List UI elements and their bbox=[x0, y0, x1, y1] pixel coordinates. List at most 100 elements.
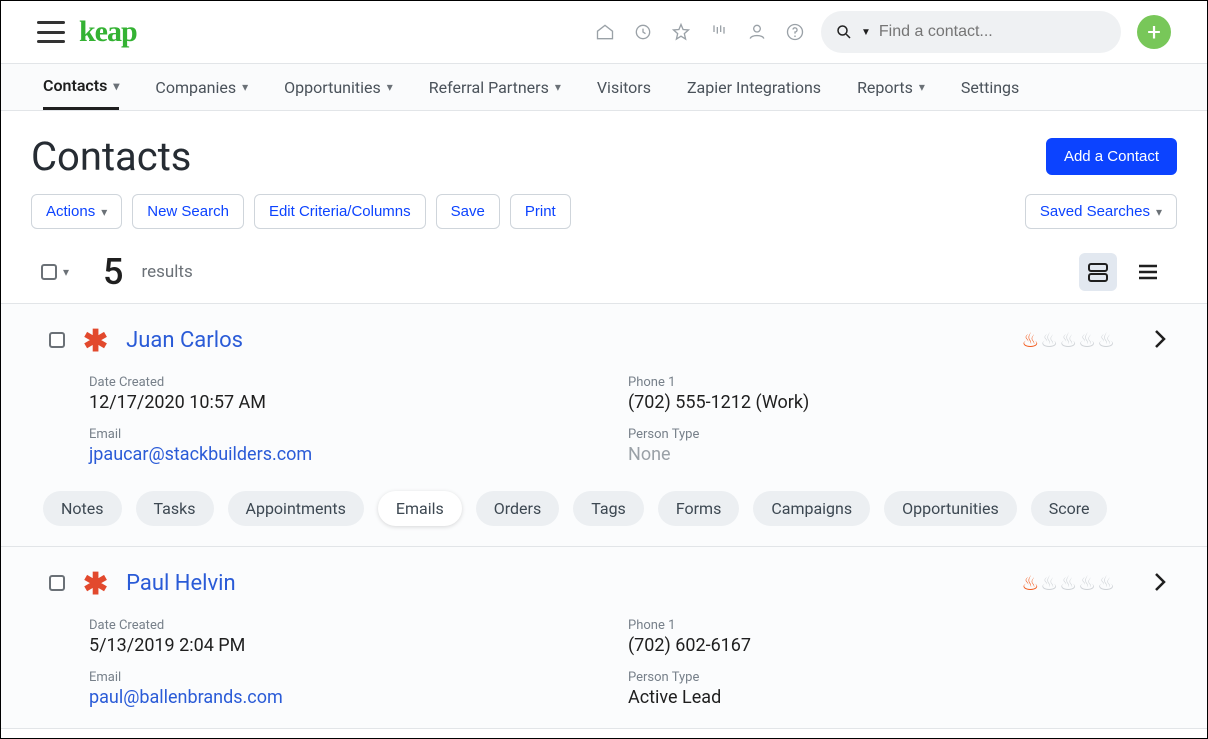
contact-card: ✱Paul Helvin♨♨♨♨♨Date Created5/13/2019 2… bbox=[1, 547, 1207, 729]
field-value: 12/17/2020 10:57 AM bbox=[89, 392, 628, 413]
help-icon[interactable] bbox=[785, 22, 805, 42]
chevron-down-icon: ▾ bbox=[919, 80, 925, 94]
flame-icon: ♨ bbox=[1021, 328, 1039, 352]
search-input-container[interactable]: ▼ bbox=[821, 11, 1121, 53]
grid-icon[interactable] bbox=[709, 22, 729, 42]
home-icon[interactable] bbox=[595, 22, 615, 42]
chevron-right-icon bbox=[1153, 328, 1167, 350]
chevron-down-icon: ▾ bbox=[555, 80, 561, 94]
asterisk-icon: ✱ bbox=[83, 332, 108, 352]
flame-icon: ♨ bbox=[1078, 571, 1096, 595]
logo[interactable]: keap bbox=[79, 15, 137, 49]
nav-label: Visitors bbox=[597, 78, 651, 97]
nav-referral-partners[interactable]: Referral Partners ▾ bbox=[429, 64, 561, 110]
flame-icon: ♨ bbox=[1097, 328, 1115, 352]
view-list-button[interactable] bbox=[1129, 253, 1167, 291]
field-value: (702) 602-6167 bbox=[628, 635, 1167, 656]
field-label: Phone 1 bbox=[628, 375, 1167, 390]
saved-searches-button[interactable]: Saved Searches▾ bbox=[1025, 194, 1177, 229]
new-search-button[interactable]: New Search bbox=[132, 194, 244, 229]
toolbar: Actions▾ New Search Edit Criteria/Column… bbox=[1, 194, 1207, 247]
nav-companies[interactable]: Companies ▾ bbox=[155, 64, 248, 110]
field-label: Email bbox=[89, 427, 628, 442]
menu-icon[interactable] bbox=[37, 21, 65, 43]
main-nav: Contacts▾Companies▾Opportunities▾Referra… bbox=[1, 63, 1207, 111]
field-label: Date Created bbox=[89, 618, 628, 633]
asterisk-icon: ✱ bbox=[83, 575, 108, 595]
flame-icon: ♨ bbox=[1078, 328, 1096, 352]
edit-criteria-button[interactable]: Edit Criteria/Columns bbox=[254, 194, 426, 229]
nav-opportunities[interactable]: Opportunities▾ bbox=[284, 64, 393, 110]
tab-tasks[interactable]: Tasks bbox=[136, 491, 214, 526]
tab-notes[interactable]: Notes bbox=[43, 491, 122, 526]
field-label: Person Type bbox=[628, 670, 1167, 685]
chevron-down-icon: ▾ bbox=[1156, 205, 1162, 219]
field-value[interactable]: jpaucar@stackbuilders.com bbox=[89, 444, 628, 465]
contact-checkbox[interactable] bbox=[49, 332, 65, 348]
contact-list: ✱Juan Carlos♨♨♨♨♨Date Created12/17/2020 … bbox=[1, 303, 1207, 729]
nav-label: Referral Partners bbox=[429, 78, 549, 97]
select-all-checkbox[interactable] bbox=[41, 264, 57, 280]
select-all[interactable]: ▾ bbox=[41, 264, 69, 280]
field-label: Phone 1 bbox=[628, 618, 1167, 633]
tab-row: Notes Tasks Appointments Emails Orders Tags Fo… bbox=[43, 491, 1167, 526]
field-value: None bbox=[628, 444, 1167, 465]
clock-icon[interactable] bbox=[633, 22, 653, 42]
field-value: (702) 555-1212 (Work) bbox=[628, 392, 1167, 413]
card-view-icon bbox=[1086, 260, 1110, 284]
chevron-right-icon bbox=[1153, 571, 1167, 593]
chevron-down-icon: ▾ bbox=[242, 80, 248, 94]
top-icon-row bbox=[595, 22, 805, 42]
actions-button[interactable]: Actions▾ bbox=[31, 194, 122, 229]
flame-icon: ♨ bbox=[1040, 571, 1058, 595]
nav-label: Companies bbox=[155, 78, 236, 97]
tab-tags[interactable]: Tags bbox=[573, 491, 644, 526]
nav-label: Contacts bbox=[43, 76, 107, 95]
tab-opportunities[interactable]: Opportunities bbox=[884, 491, 1017, 526]
chevron-down-icon: ▾ bbox=[101, 205, 107, 219]
tab-emails[interactable]: Emails bbox=[378, 491, 462, 526]
contact-name[interactable]: Juan Carlos bbox=[126, 328, 243, 353]
flame-icon: ♨ bbox=[1059, 328, 1077, 352]
nav-label: Settings bbox=[961, 78, 1019, 97]
contact-name[interactable]: Paul Helvin bbox=[126, 571, 236, 596]
nav-zapier-integrations[interactable]: Zapier Integrations bbox=[687, 64, 821, 110]
flame-score: ♨♨♨♨♨ bbox=[1021, 328, 1115, 352]
nav-label: Opportunities bbox=[284, 78, 381, 97]
save-button[interactable]: Save bbox=[436, 194, 500, 229]
search-filter-caret[interactable]: ▼ bbox=[861, 27, 871, 38]
field-label: Email bbox=[89, 670, 628, 685]
print-button[interactable]: Print bbox=[510, 194, 571, 229]
results-bar: ▾ 5 results bbox=[1, 247, 1207, 303]
tab-campaigns[interactable]: Campaigns bbox=[753, 491, 870, 526]
search-icon bbox=[835, 23, 853, 41]
nav-label: Reports bbox=[857, 78, 913, 97]
page-header: Contacts Add a Contact bbox=[1, 111, 1207, 194]
nav-label: Zapier Integrations bbox=[687, 78, 821, 97]
chevron-down-icon[interactable]: ▾ bbox=[63, 265, 69, 279]
nav-settings[interactable]: Settings bbox=[961, 64, 1019, 110]
tab-score[interactable]: Score bbox=[1031, 491, 1108, 526]
nav-reports[interactable]: Reports ▾ bbox=[857, 64, 925, 110]
expand-button[interactable] bbox=[1153, 328, 1167, 350]
list-view-icon bbox=[1136, 260, 1160, 284]
star-icon[interactable] bbox=[671, 22, 691, 42]
nav-visitors[interactable]: Visitors bbox=[597, 64, 651, 110]
tab-orders[interactable]: Orders bbox=[476, 491, 559, 526]
view-card-button[interactable] bbox=[1079, 253, 1117, 291]
add-contact-button[interactable]: Add a Contact bbox=[1046, 138, 1177, 175]
user-icon[interactable] bbox=[747, 22, 767, 42]
add-button[interactable]: + bbox=[1137, 15, 1171, 49]
field-label: Date Created bbox=[89, 375, 628, 390]
expand-button[interactable] bbox=[1153, 571, 1167, 593]
contact-checkbox[interactable] bbox=[49, 575, 65, 591]
flame-icon: ♨ bbox=[1021, 571, 1039, 595]
tab-forms[interactable]: Forms bbox=[658, 491, 740, 526]
tab-appointments[interactable]: Appointments bbox=[228, 491, 364, 526]
field-label: Person Type bbox=[628, 427, 1167, 442]
nav-contacts[interactable]: Contacts▾ bbox=[43, 64, 119, 110]
field-value: 5/13/2019 2:04 PM bbox=[89, 635, 628, 656]
field-value[interactable]: paul@ballenbrands.com bbox=[89, 687, 628, 708]
search-input[interactable] bbox=[879, 23, 1107, 41]
flame-icon: ♨ bbox=[1059, 571, 1077, 595]
